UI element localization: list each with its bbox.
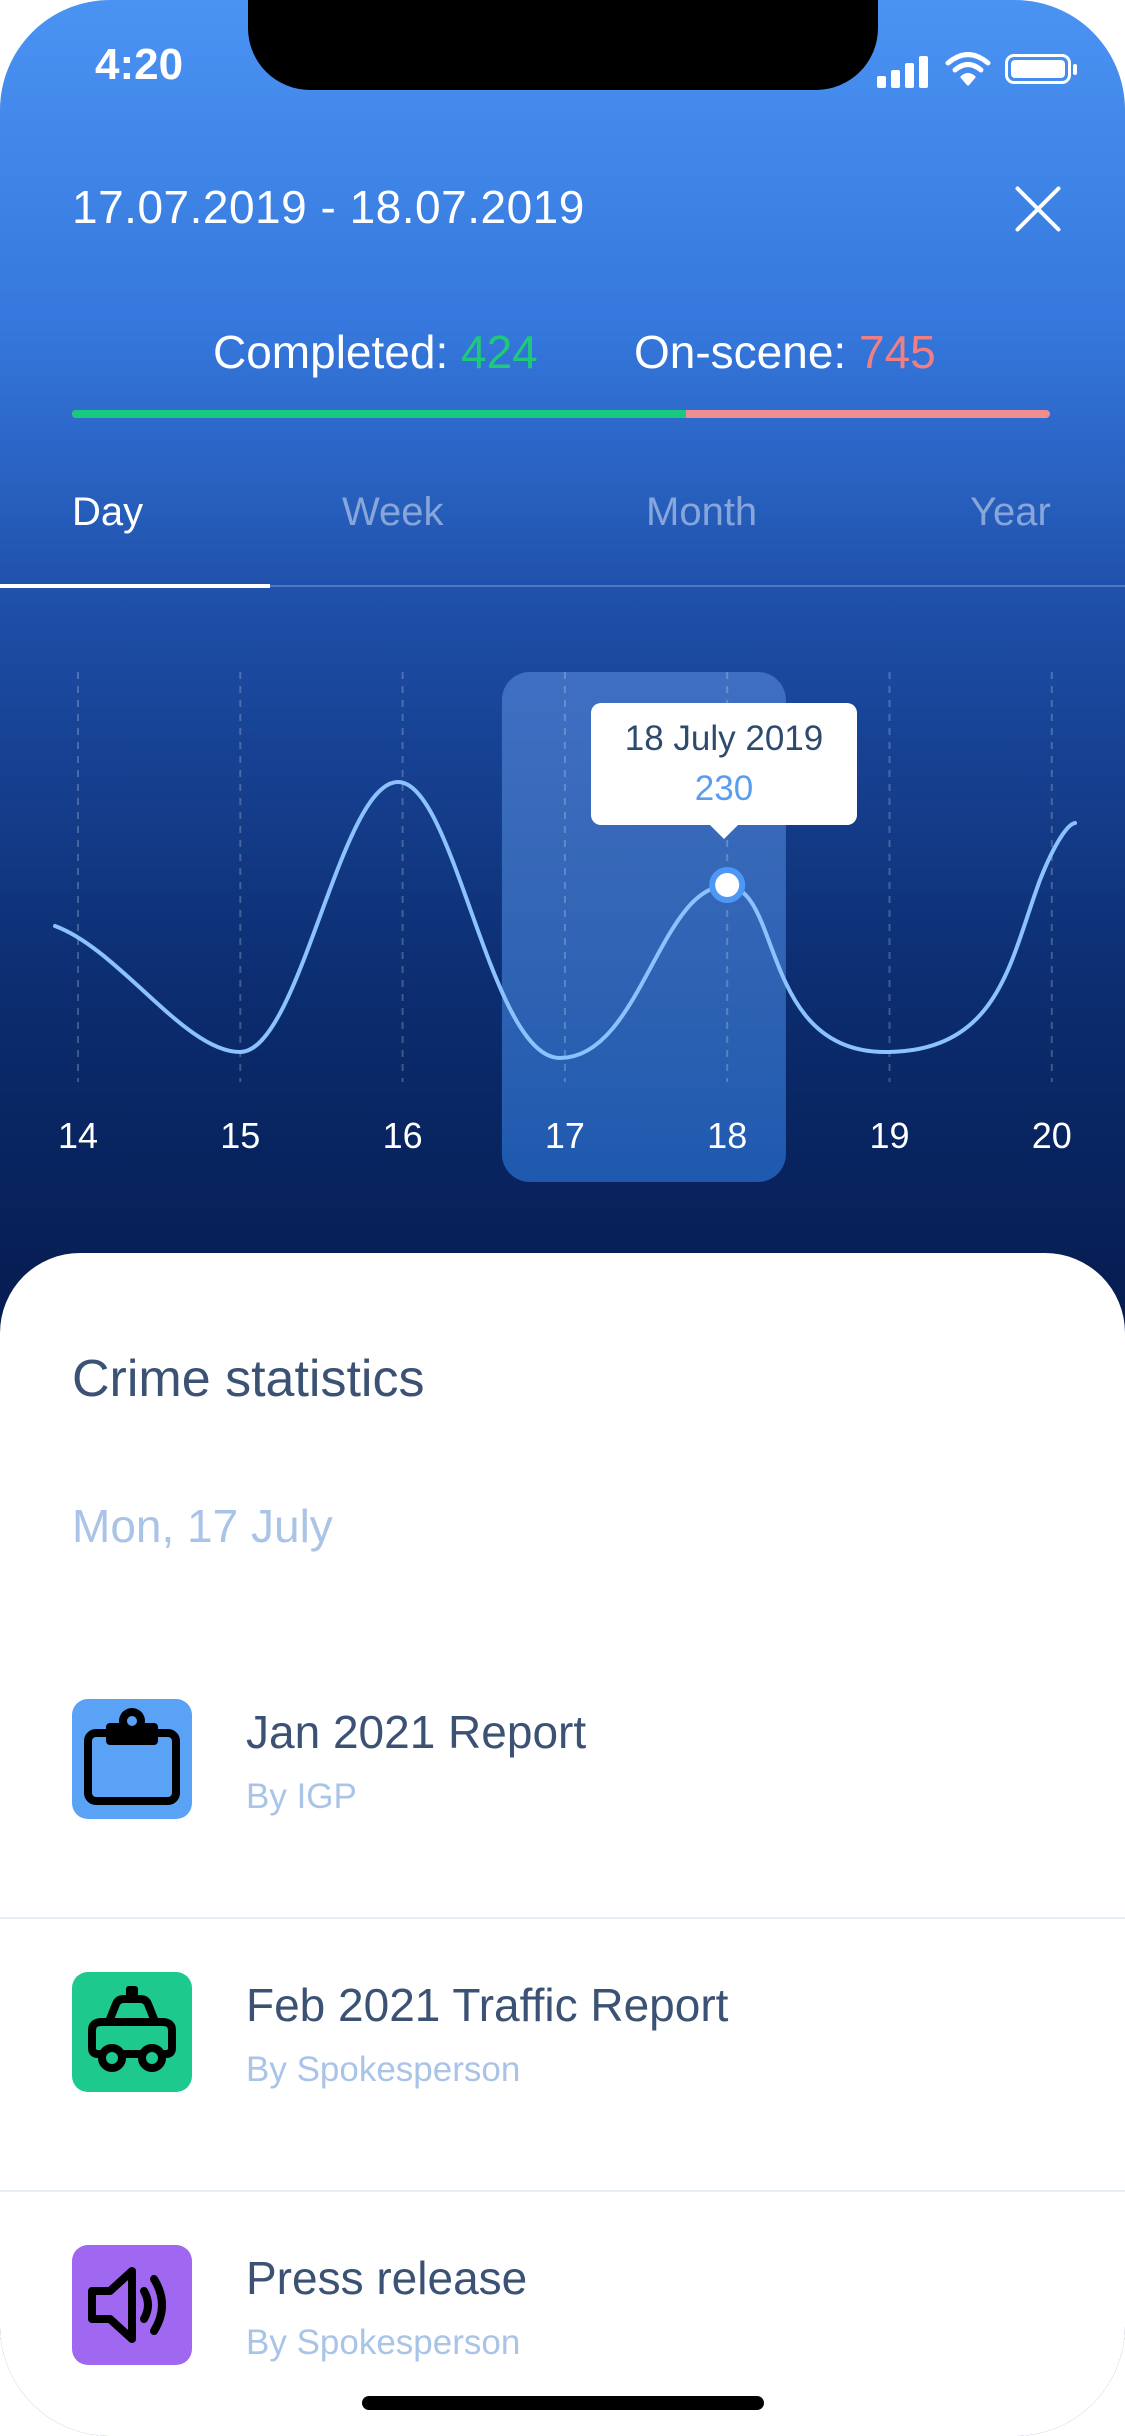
active-tab-indicator	[0, 584, 270, 588]
home-indicator[interactable]	[362, 2396, 764, 2410]
item-divider	[0, 1917, 1125, 1919]
tab-day[interactable]: Day	[72, 490, 143, 535]
item-title: Press release	[246, 2252, 528, 2304]
app-screen: 4:20 17.07.2019 - 18.07.2019 Completed: …	[0, 0, 1125, 2436]
onscene-label: On-scene:	[634, 326, 859, 378]
onscene-stat: On-scene: 745	[634, 325, 936, 379]
status-icons	[877, 52, 1077, 88]
clipboard-icon	[72, 1699, 192, 1819]
wifi-icon	[945, 52, 991, 86]
completion-progress-bar	[72, 410, 1050, 418]
tab-year[interactable]: Year	[970, 490, 1051, 535]
item-divider	[0, 2190, 1125, 2192]
x-tick-label: 14	[58, 1115, 98, 1156]
item-subtitle: By Spokesperson	[246, 2323, 521, 2362]
x-tick-label: 17	[545, 1115, 585, 1156]
x-tick-label: 15	[220, 1115, 260, 1156]
tab-week[interactable]: Week	[342, 490, 444, 535]
x-tick-label: 20	[1032, 1115, 1072, 1156]
activity-line-chart[interactable]: 14 15 16 17 18 19 20	[0, 600, 1125, 1220]
completed-stat: Completed: 424	[213, 325, 538, 379]
x-tick-label: 16	[383, 1115, 423, 1156]
item-title: Feb 2021 Traffic Report	[246, 1979, 729, 2031]
item-title: Jan 2021 Report	[246, 1706, 587, 1758]
crime-statistics-sheet: Crime statistics Mon, 17 July Jan 2021 R…	[0, 1253, 1125, 2436]
sheet-date: Mon, 17 July	[72, 1500, 333, 1552]
completed-label: Completed:	[213, 326, 462, 378]
date-range[interactable]: 17.07.2019 - 18.07.2019	[72, 180, 585, 234]
x-tick-label: 18	[707, 1115, 747, 1156]
speaker-icon	[72, 2245, 192, 2365]
list-item-traffic-report[interactable]: Feb 2021 Traffic Report By Spokesperson	[0, 1920, 1125, 2192]
stats-row: Completed: 424 On-scene: 745	[0, 325, 1125, 385]
device-notch	[248, 0, 878, 90]
x-tick-label: 19	[869, 1115, 909, 1156]
car-icon	[72, 1972, 192, 2092]
status-time: 4:20	[95, 40, 184, 89]
selected-point	[709, 867, 746, 903]
tab-month[interactable]: Month	[646, 490, 757, 535]
onscene-value: 745	[859, 326, 936, 378]
item-subtitle: By Spokesperson	[246, 2050, 521, 2089]
list-item-report[interactable]: Jan 2021 Report By IGP	[0, 1647, 1125, 1919]
tooltip-value: 230	[694, 769, 754, 808]
completed-value: 424	[461, 326, 538, 378]
tooltip-date: 18 July 2019	[624, 719, 824, 758]
completion-progress-fill	[72, 410, 687, 418]
chart-tooltip: 18 July 2019 230	[591, 703, 857, 839]
period-tabs: Day Week Month Year	[0, 490, 1125, 580]
sheet-title: Crime statistics	[72, 1350, 425, 1408]
close-icon[interactable]	[1013, 184, 1063, 234]
item-subtitle: By IGP	[246, 1777, 357, 1816]
